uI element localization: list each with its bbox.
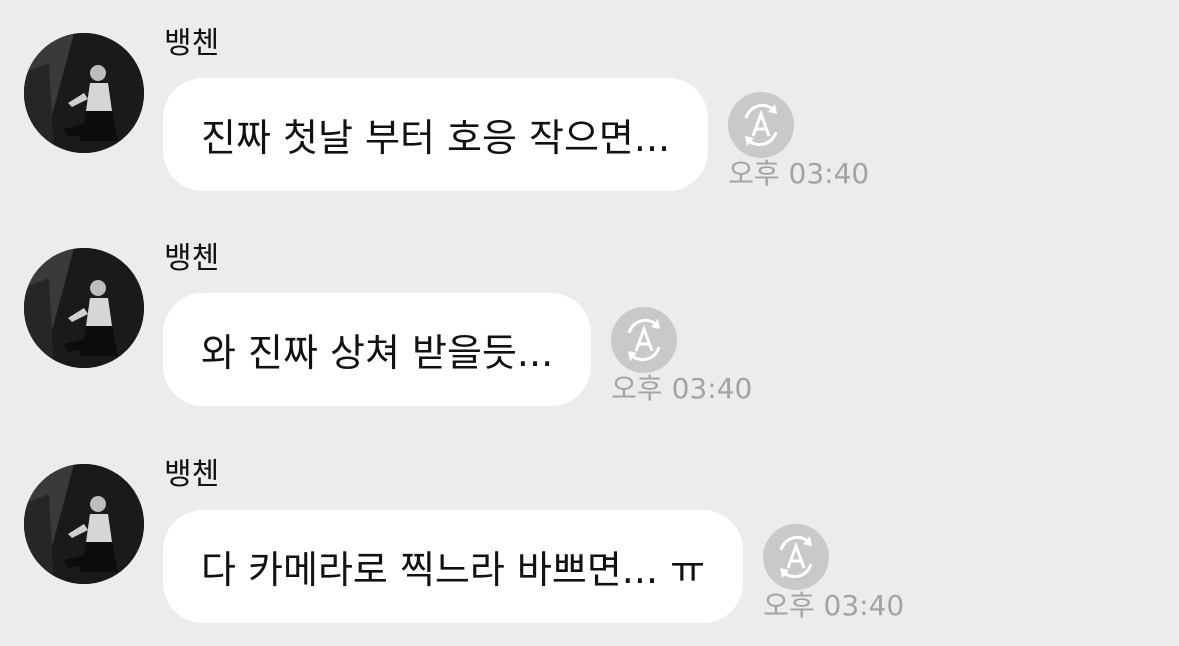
timestamp: 오후 03:40 [728,157,870,190]
message-bubble-group: 와 진짜 상쳐 받을듯... 오후 03:40 [163,293,759,406]
message-meta: 오후 03:40 [726,78,876,191]
translate-icon [627,318,661,362]
profile-photo-icon [24,248,144,368]
sender-avatar[interactable] [24,248,144,368]
message-bubble-group: 다 카메라로 찍느라 바쁘면... ㅠ 오후 03:40 [163,510,911,623]
message-bubble[interactable]: 다 카메라로 찍느라 바쁘면... ㅠ [163,510,744,623]
message-bubble-group: 진짜 첫날 부터 호응 작으면... 오후 03:40 [163,78,876,191]
sender-name: 뱅첸 [164,241,220,276]
sender-avatar[interactable] [24,464,144,584]
translate-button[interactable] [728,92,795,158]
timestamp: 오후 03:40 [611,372,753,405]
message-bubble[interactable]: 진짜 첫날 부터 호응 작으면... [163,78,709,191]
message-row: 뱅첸 진짜 첫날 부터 호응 작으면... 오후 03:40 [0,0,1179,200]
translate-icon [744,103,778,147]
sender-name: 뱅첸 [164,457,220,492]
timestamp: 오후 03:40 [763,589,905,622]
message-meta: 오후 03:40 [609,293,759,406]
message-bubble[interactable]: 와 진짜 상쳐 받을듯... [163,293,592,406]
sender-avatar[interactable] [24,33,144,153]
translate-button[interactable] [611,307,678,373]
message-row: 뱅첸 다 카메라로 찍느라 바쁘면... ㅠ 오후 03:40 [0,431,1179,631]
translate-button[interactable] [763,524,830,590]
translate-icon [779,535,813,579]
message-meta: 오후 03:40 [761,510,911,623]
profile-photo-icon [24,33,144,153]
profile-photo-icon [24,464,144,584]
message-row: 뱅첸 와 진짜 상쳐 받을듯... 오후 03:40 [0,215,1179,415]
chat-message-list: 뱅첸 진짜 첫날 부터 호응 작으면... 오후 03:40 뱅첸 와 진짜 상… [0,0,1179,646]
sender-name: 뱅첸 [164,26,220,61]
